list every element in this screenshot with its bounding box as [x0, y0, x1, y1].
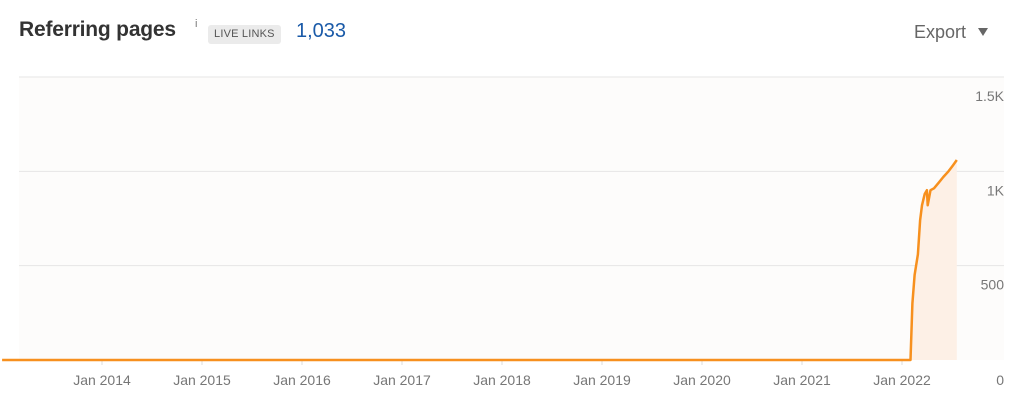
y-tick-label: 1K — [987, 182, 1005, 198]
x-tick-label: Jan 2019 — [573, 372, 631, 388]
referring-pages-chart: Jan 2014 Jan 2015 Jan 2016 Jan 2017 Jan 2018… — [2, 76, 1005, 388]
x-tick-label: Jan 2021 — [773, 372, 831, 388]
y-tick-label: 1.5K — [975, 88, 1004, 104]
x-tick-label: Jan 2017 — [373, 372, 431, 388]
plot-background — [19, 77, 1004, 360]
x-tick-label: Jan 2016 — [273, 372, 331, 388]
x-axis-ticks: Jan 2014 Jan 2015 Jan 2016 Jan 2017 Jan 2018… — [73, 360, 931, 388]
y-tick-label: 0 — [996, 372, 1004, 388]
x-tick-label: Jan 2022 — [873, 372, 931, 388]
x-tick-label: Jan 2014 — [73, 372, 131, 388]
x-tick-label: Jan 2015 — [173, 372, 231, 388]
x-tick-label: Jan 2018 — [473, 372, 531, 388]
x-tick-label: Jan 2020 — [673, 372, 731, 388]
y-tick-label: 500 — [981, 277, 1005, 293]
